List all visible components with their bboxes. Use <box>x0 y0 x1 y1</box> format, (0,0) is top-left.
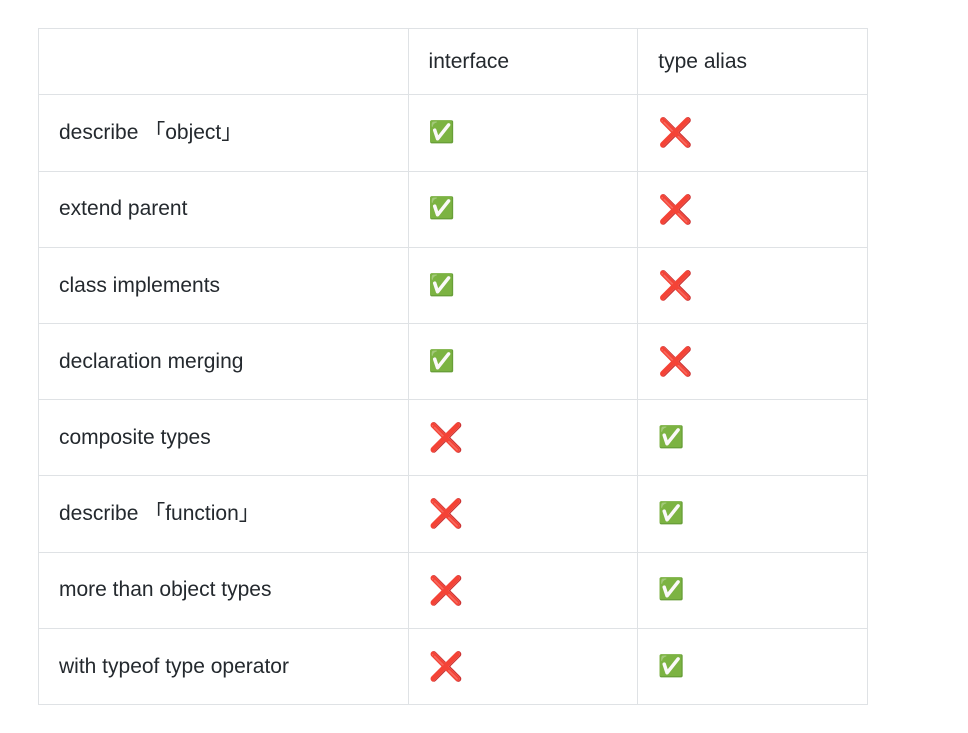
cell-interface: ❌ <box>408 552 638 628</box>
header-feature <box>39 29 409 95</box>
cell-interface: ❌ <box>408 628 638 704</box>
check-icon: ✅ <box>429 194 455 223</box>
check-icon: ✅ <box>429 118 455 147</box>
cell-interface: ❌ <box>408 400 638 476</box>
cross-icon: ❌ <box>429 418 464 457</box>
cell-type-alias: ✅ <box>638 628 868 704</box>
feature-label: describe 「object」 <box>39 95 409 171</box>
feature-label: declaration merging <box>39 323 409 399</box>
cell-type-alias: ❌ <box>638 247 868 323</box>
check-icon: ✅ <box>658 575 684 604</box>
cell-interface: ✅ <box>408 171 638 247</box>
table-body: describe 「object」✅❌extend parent✅❌class … <box>39 95 868 705</box>
table-row: extend parent ✅ ❌ <box>39 171 868 247</box>
feature-label: with typeof type operator <box>39 628 409 704</box>
cell-type-alias: ✅ <box>638 552 868 628</box>
check-icon: ✅ <box>429 271 455 300</box>
feature-label: class implements <box>39 247 409 323</box>
cell-interface: ✅ <box>408 247 638 323</box>
header-type-alias: type alias <box>638 29 868 95</box>
table-row: composite types ❌ ✅ <box>39 400 868 476</box>
table-row: more than object types ❌ ✅ <box>39 552 868 628</box>
cell-type-alias: ✅ <box>638 400 868 476</box>
check-icon: ✅ <box>658 652 684 681</box>
check-icon: ✅ <box>658 423 684 452</box>
cell-type-alias: ✅ <box>638 476 868 552</box>
feature-label: more than object types <box>39 552 409 628</box>
cell-interface: ✅ <box>408 95 638 171</box>
cross-icon: ❌ <box>429 647 464 686</box>
feature-label: describe 「function」 <box>39 476 409 552</box>
comparison-table: interface type alias describe 「object」 ✅ ❌… <box>38 28 868 705</box>
cell-type-alias: ❌ <box>638 95 868 171</box>
feature-label: extend parent <box>39 171 409 247</box>
cross-icon: ❌ <box>429 571 464 610</box>
cell-interface: ✅ <box>408 323 638 399</box>
check-icon: ✅ <box>658 499 684 528</box>
cell-type-alias: ❌ <box>638 171 868 247</box>
cross-icon: ❌ <box>658 342 693 381</box>
cross-icon: ❌ <box>658 266 693 305</box>
table-row: describe 「function」 ❌ ✅ <box>39 476 868 552</box>
header-interface: interface <box>408 29 638 95</box>
cross-icon: ❌ <box>658 113 693 152</box>
check-icon: ✅ <box>429 347 455 376</box>
cross-icon: ❌ <box>658 190 693 229</box>
feature-label: composite types <box>39 400 409 476</box>
table-header-row: interface type alias <box>39 29 868 95</box>
table-row: declaration merging ✅ ❌ <box>39 323 868 399</box>
cross-icon: ❌ <box>429 494 464 533</box>
table-row: describe 「object」 ✅ ❌ <box>39 95 868 171</box>
table-row: with typeof type operator ❌ ✅ <box>39 628 868 704</box>
cell-type-alias: ❌ <box>638 323 868 399</box>
cell-interface: ❌ <box>408 476 638 552</box>
table-row: class implements ✅ ❌ <box>39 247 868 323</box>
